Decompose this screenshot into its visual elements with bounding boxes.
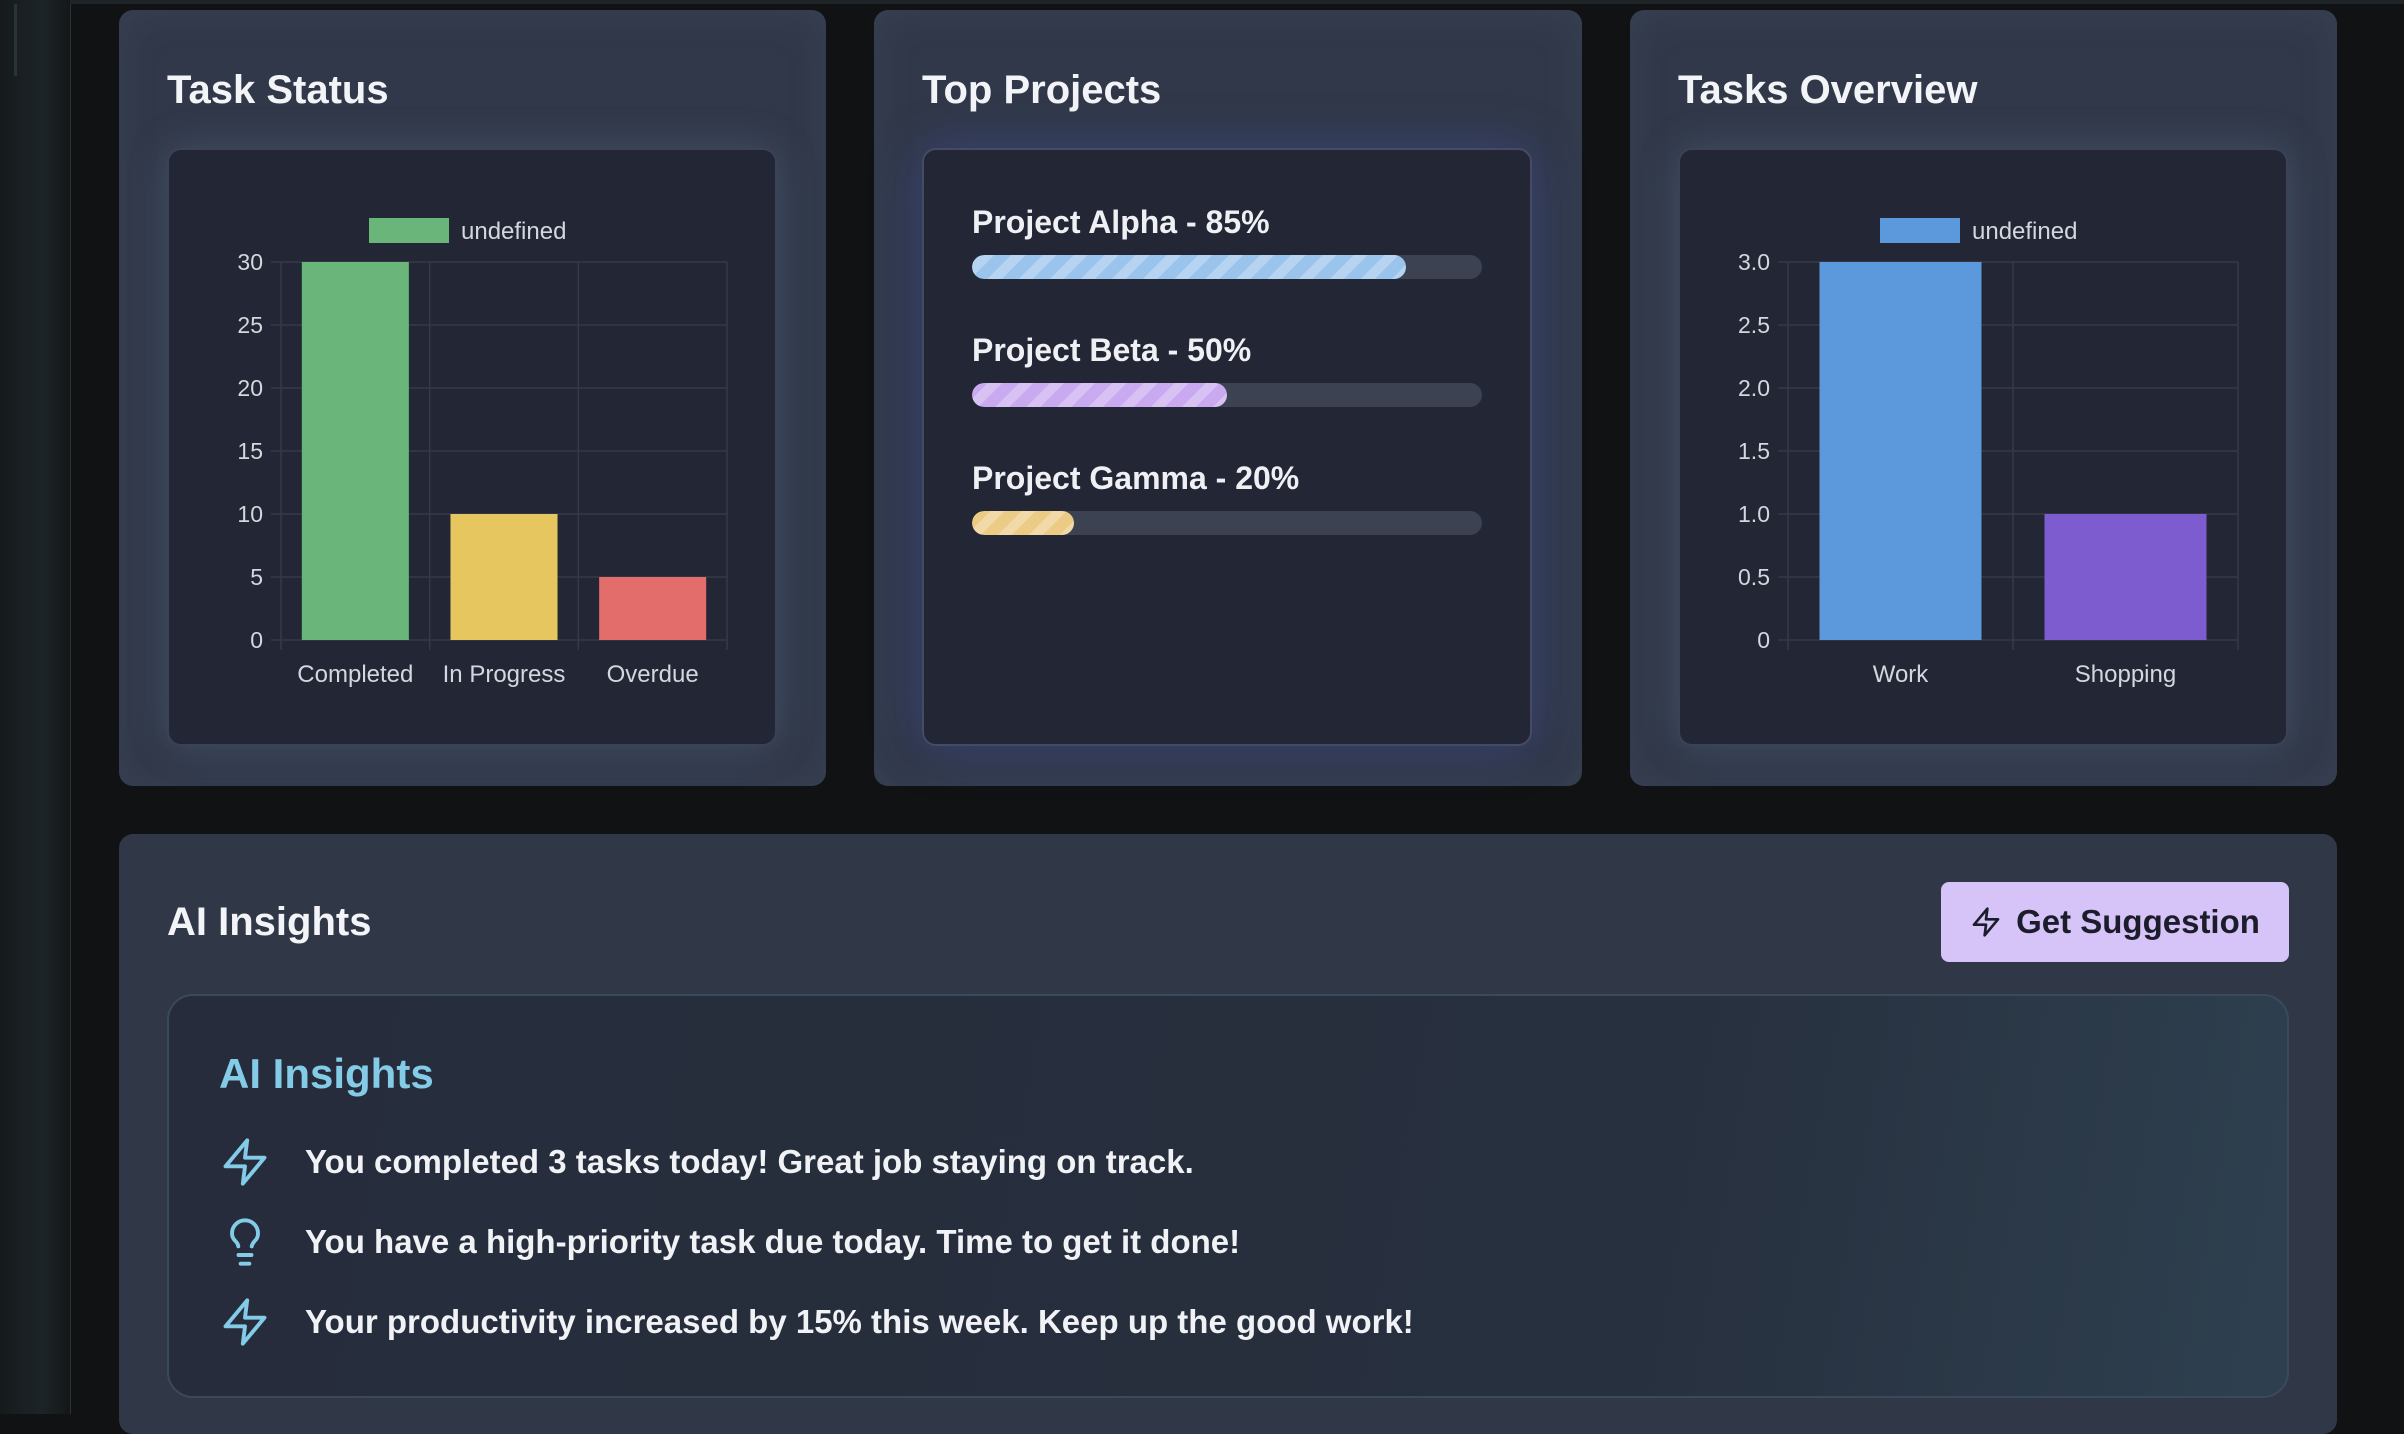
legend-label: undefined bbox=[1972, 218, 2077, 245]
zap-icon bbox=[223, 1138, 267, 1186]
top-border bbox=[70, 0, 2404, 4]
legend-label: undefined bbox=[461, 218, 566, 245]
task-status-title: Task Status bbox=[167, 68, 389, 112]
project-progress-track bbox=[972, 383, 1482, 407]
insight-text: You have a high-priority task due today.… bbox=[305, 1223, 1241, 1260]
top-projects-card: Top Projects Project Alpha - 85% Project… bbox=[874, 10, 1582, 786]
project-progress-track bbox=[972, 255, 1482, 279]
y-tick-label: 10 bbox=[237, 501, 263, 527]
project-progress-track bbox=[972, 511, 1482, 535]
get-suggestion-button[interactable]: Get Suggestion bbox=[1941, 882, 2289, 962]
y-tick-label: 1.5 bbox=[1738, 438, 1770, 464]
bar bbox=[301, 262, 409, 640]
task-status-chart: 0 5 10 15 20 25 30 Completed In Progress Overdue u… bbox=[237, 218, 728, 688]
insight-text: You completed 3 tasks today! Great job s… bbox=[305, 1143, 1194, 1180]
y-tick-label: 2.5 bbox=[1738, 312, 1770, 338]
insight-item: Your productivity increased by 15% this … bbox=[219, 1296, 1414, 1348]
bar bbox=[2044, 514, 2207, 640]
zap-icon bbox=[1972, 907, 2000, 937]
bar bbox=[1819, 262, 1982, 640]
tasks-overview-chart-panel: 0 0.5 1.0 1.5 2.0 2.5 3.0 Work Shopping undefined bbox=[1678, 148, 2288, 746]
y-tick-label: 1.0 bbox=[1738, 501, 1770, 527]
top-projects-panel: Project Alpha - 85% Project Beta - 50% P… bbox=[922, 148, 1532, 746]
sidebar-handle bbox=[14, 4, 17, 76]
tasks-overview-card: Tasks Overview 0 0.5 1.0 1.5 2.0 2.5 3.0 Work Sh… bbox=[1630, 10, 2337, 786]
lightbulb-icon bbox=[230, 1218, 260, 1266]
zap-icon bbox=[223, 1298, 267, 1346]
x-tick-label: Shopping bbox=[2075, 661, 2176, 688]
y-tick-label: 20 bbox=[237, 375, 263, 401]
y-tick-label: 5 bbox=[250, 564, 263, 590]
ai-insights-card: AI Insights Get Suggestion AI Insights Y… bbox=[119, 834, 2337, 1434]
left-sidebar-edge bbox=[0, 0, 71, 1414]
project-progress-fill bbox=[972, 511, 1074, 535]
project-item-beta: Project Beta - 50% bbox=[972, 332, 1482, 407]
bar bbox=[599, 577, 707, 640]
y-tick-label: 0 bbox=[250, 627, 263, 653]
top-projects-title: Top Projects bbox=[922, 68, 1162, 112]
y-tick-label: 0 bbox=[1757, 627, 1770, 653]
insight-text: Your productivity increased by 15% this … bbox=[305, 1303, 1414, 1340]
project-progress-fill bbox=[972, 255, 1406, 279]
x-tick-label: Work bbox=[1873, 661, 1930, 688]
project-progress-fill bbox=[972, 383, 1227, 407]
project-item-gamma: Project Gamma - 20% bbox=[972, 460, 1482, 535]
insight-item: You completed 3 tasks today! Great job s… bbox=[219, 1136, 1194, 1188]
legend-swatch bbox=[369, 218, 449, 243]
y-tick-label: 3.0 bbox=[1738, 249, 1770, 275]
project-item-alpha: Project Alpha - 85% bbox=[972, 204, 1482, 279]
x-tick-label: In Progress bbox=[443, 661, 566, 688]
y-tick-label: 30 bbox=[237, 249, 263, 275]
bar bbox=[450, 514, 558, 640]
y-tick-label: 0.5 bbox=[1738, 564, 1770, 590]
project-label: Project Beta - 50% bbox=[972, 332, 1252, 368]
get-suggestion-label: Get Suggestion bbox=[2016, 903, 2260, 940]
tasks-overview-chart: 0 0.5 1.0 1.5 2.0 2.5 3.0 Work Shopping undefined bbox=[1738, 218, 2239, 688]
legend-swatch bbox=[1880, 218, 1960, 243]
ai-insights-panel-title: AI Insights bbox=[219, 1050, 434, 1097]
y-tick-label: 15 bbox=[237, 438, 263, 464]
ai-insights-title: AI Insights bbox=[167, 900, 372, 944]
task-status-card: Task Status 0 5 10 15 20 25 30 Completed In Prog… bbox=[119, 10, 826, 786]
y-tick-label: 2.0 bbox=[1738, 375, 1770, 401]
x-tick-label: Completed bbox=[297, 661, 413, 688]
project-label: Project Gamma - 20% bbox=[972, 460, 1300, 496]
ai-insights-panel: AI Insights You completed 3 tasks today!… bbox=[167, 994, 2289, 1398]
insight-item: You have a high-priority task due today.… bbox=[219, 1216, 1240, 1268]
y-tick-label: 25 bbox=[237, 312, 263, 338]
project-label: Project Alpha - 85% bbox=[972, 204, 1270, 240]
task-status-chart-panel: 0 5 10 15 20 25 30 Completed In Progress Overdue u… bbox=[167, 148, 777, 746]
tasks-overview-title: Tasks Overview bbox=[1678, 68, 1978, 112]
x-tick-label: Overdue bbox=[607, 661, 699, 688]
